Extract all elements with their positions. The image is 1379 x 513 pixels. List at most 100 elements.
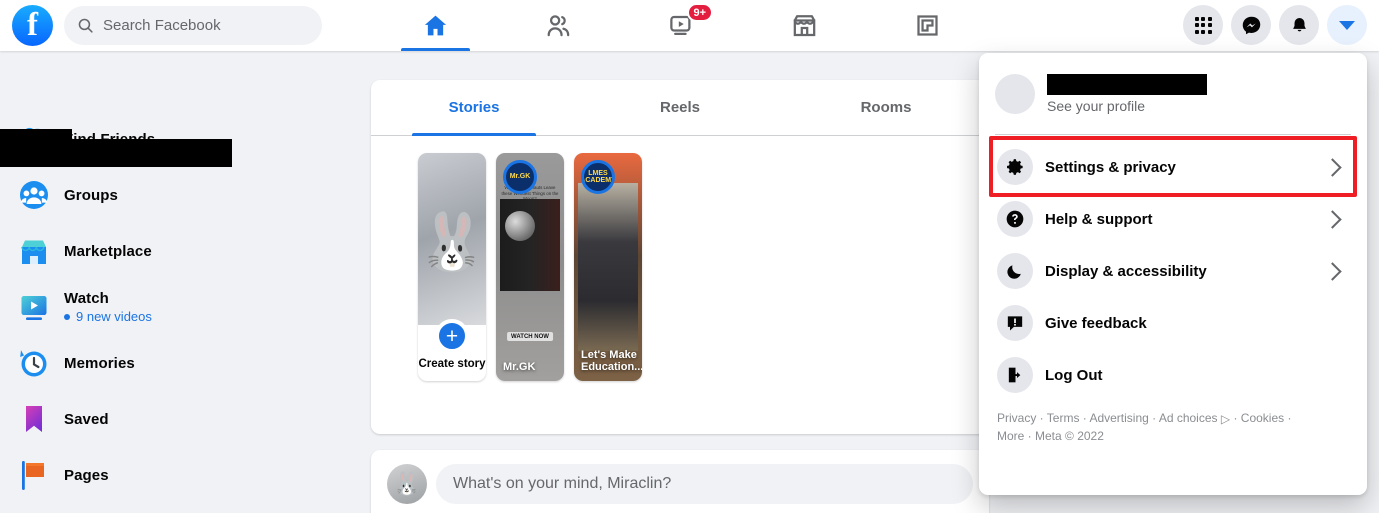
sidebar-item-saved[interactable]: Saved (8, 397, 352, 441)
create-story-card[interactable]: 🐰 + Create story (418, 153, 486, 381)
left-sidebar: Find Friends Groups (0, 51, 360, 513)
menu-item-help-support[interactable]: Help & support (987, 193, 1359, 245)
story-card-mrgk[interactable]: Why did Astronauts Leave these Weirdest … (496, 153, 564, 381)
groups-icon (16, 177, 52, 213)
sidebar-watch-subtitle: 9 new videos (64, 309, 152, 324)
story-card-lmes[interactable]: LMES ACADEMY Let's Make Education... (574, 153, 642, 381)
facebook-logo-icon[interactable]: f (12, 5, 53, 46)
account-dropdown-menu: See your profile Settings & privacy Help… (979, 53, 1367, 495)
sidebar-item-label: Groups (64, 186, 118, 204)
marketplace-shop-icon (793, 15, 816, 37)
new-dot-indicator (64, 313, 70, 320)
tab-label: Rooms (860, 99, 912, 116)
sidebar-item-label: Memories (64, 354, 135, 372)
menu-grid-button[interactable] (1183, 5, 1223, 45)
story-thumbnail-photo (578, 183, 638, 351)
account-button[interactable] (1327, 5, 1367, 45)
tab-rooms[interactable]: Rooms (783, 80, 989, 135)
watch-badge: 9+ (686, 3, 714, 22)
sidebar-item-pages[interactable]: Pages (8, 453, 352, 497)
story-author-avatar: Mr.GK (503, 160, 537, 194)
create-story-plus-button[interactable]: + (435, 319, 469, 353)
composer-input[interactable]: What's on your mind, Miraclin? (436, 464, 973, 504)
nav-tab-marketplace[interactable] (743, 0, 866, 51)
moon-image (505, 211, 535, 241)
profile-name-redaction-bar-2 (0, 139, 232, 167)
nav-tab-home[interactable] (374, 0, 497, 51)
top-navigation-bar: f Search Facebook 9+ (0, 0, 1379, 51)
chevron-right-icon (1323, 157, 1342, 177)
chevron-down-icon (1339, 20, 1355, 30)
story-author-name: Let's Make Education... (581, 348, 642, 374)
footer-links-line1[interactable]: Privacy · Terms · Advertising · Ad choic… (997, 411, 1218, 425)
menu-item-settings-privacy[interactable]: Settings & privacy (987, 136, 1359, 197)
question-circle-icon (997, 201, 1033, 237)
watch-now-badge: WATCH NOW (507, 332, 553, 341)
composer-avatar[interactable]: 🐰 (387, 464, 427, 504)
bell-icon (1292, 17, 1306, 31)
menu-item-give-feedback[interactable]: Give feedback (987, 297, 1359, 349)
top-bar-actions (1183, 5, 1367, 45)
tab-stories[interactable]: Stories (371, 80, 577, 136)
watch-icon (16, 289, 52, 325)
menu-item-log-out[interactable]: Log Out (987, 349, 1359, 401)
messenger-button[interactable] (1231, 5, 1271, 45)
center-feed: Stories Reels Rooms 🐰 + Create story Lea… (371, 51, 989, 513)
logout-icon (997, 357, 1033, 393)
menu-item-label: Give feedback (1045, 314, 1147, 332)
sidebar-item-groups[interactable]: Groups (8, 173, 352, 217)
sidebar-item-label: Pages (64, 466, 109, 484)
tab-label: Stories (448, 99, 500, 116)
feed-tabs: Stories Reels Rooms (371, 80, 989, 136)
nav-tab-gaming[interactable] (866, 0, 989, 51)
sidebar-item-marketplace[interactable]: Marketplace (8, 229, 352, 273)
stories-list: 🐰 + Create story Why did Astronauts Leav… (371, 136, 989, 381)
footer-links-line1-tail[interactable]: · Cookies · (1233, 411, 1291, 425)
friends-icon (547, 15, 570, 37)
tab-reels[interactable]: Reels (577, 80, 783, 135)
create-story-thumbnail: 🐰 (418, 153, 486, 325)
moon-icon (997, 253, 1033, 289)
primary-nav-tabs: 9+ (374, 0, 989, 51)
ad-choices-icon: ▷ (1220, 412, 1231, 426)
menu-item-label: Help & support (1045, 210, 1153, 228)
see-your-profile-label: See your profile (1047, 98, 1146, 114)
menu-item-label: Display & accessibility (1045, 262, 1207, 280)
profile-name-redaction-bar (1047, 74, 1207, 95)
search-icon (78, 18, 93, 33)
avatar (995, 74, 1035, 114)
marketplace-icon (16, 233, 52, 269)
nav-tab-friends[interactable] (497, 0, 620, 51)
search-input[interactable]: Search Facebook (64, 6, 322, 45)
sidebar-item-watch[interactable]: Watch 9 new videos (8, 285, 352, 329)
footer-links-line2[interactable]: More · Meta © 2022 (997, 429, 1104, 443)
gear-icon (997, 149, 1033, 185)
story-thumbnail-inner (500, 199, 560, 291)
stories-card: Stories Reels Rooms 🐰 + Create story Lea… (371, 80, 989, 434)
grid-dots-icon (1194, 16, 1212, 34)
story-author-avatar: LMES ACADEMY (581, 160, 615, 194)
dropdown-profile-row[interactable]: See your profile (987, 63, 1359, 125)
post-composer-card: 🐰 What's on your mind, Miraclin? (371, 450, 989, 513)
facebook-logo-letter: f (27, 6, 38, 43)
menu-item-label: Log Out (1045, 366, 1103, 384)
saved-bookmark-icon (16, 401, 52, 437)
divider (995, 134, 1351, 135)
tab-label: Reels (659, 99, 701, 116)
notifications-button[interactable] (1279, 5, 1319, 45)
sidebar-item-label: Saved (64, 410, 109, 428)
facebook-home-page: f Search Facebook 9+ Groups Marketplace … (0, 0, 1379, 513)
feedback-icon (997, 305, 1033, 341)
pages-flag-icon (16, 457, 52, 493)
gaming-icon (917, 15, 938, 36)
story-author-name: Mr.GK (503, 361, 536, 374)
tab-active-indicator (412, 133, 536, 136)
sidebar-profile[interactable] (0, 59, 352, 167)
avatar-illustration: 🐰 (418, 210, 486, 274)
nav-tab-watch[interactable]: 9+ (620, 0, 743, 51)
dropdown-footer-links: Privacy · Terms · Advertising · Ad choic… (987, 401, 1359, 445)
sidebar-item-memories[interactable]: Memories (8, 341, 352, 385)
nav-active-indicator (401, 48, 470, 51)
menu-item-display-accessibility[interactable]: Display & accessibility (987, 245, 1359, 297)
messenger-icon (1242, 16, 1260, 34)
